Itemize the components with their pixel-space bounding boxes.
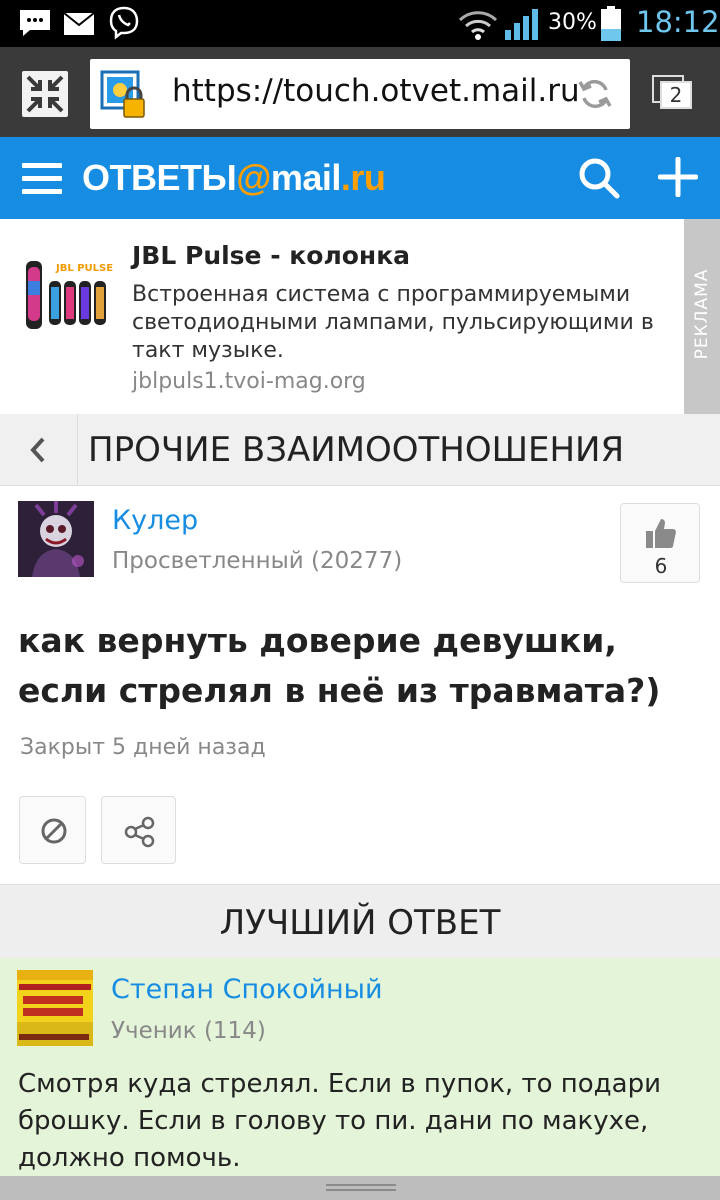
like-count: 6 (654, 554, 668, 578)
signal-icon (505, 9, 538, 40)
share-icon (124, 816, 155, 848)
category-bar: ПРОЧИЕ ВЗАИМООТНОШЕНИЯ (0, 414, 720, 486)
url-text[interactable]: https://touch.otvet.mail.ru (172, 73, 580, 109)
block-icon (41, 818, 67, 844)
status-bar: 30% 18:12 (0, 0, 720, 47)
tabs-button[interactable]: 2 (652, 75, 696, 111)
ad-label: РЕКЛАМА (684, 219, 720, 414)
best-answer-title: ЛУЧШИЙ ОТВЕТ (219, 903, 501, 943)
browser-toolbar: https://touch.otvet.mail.ru 2 (0, 47, 720, 137)
site-logo[interactable]: ОТВЕТЫ@mail.ru (82, 157, 386, 199)
answer-author[interactable]: Степан Спокойный (111, 974, 383, 1005)
question-status: Закрыт 5 дней назад (20, 735, 266, 760)
answer-author-rank: Ученик (114) (111, 1018, 266, 1044)
battery-percent: 30% (548, 10, 597, 35)
clock: 18:12 (636, 5, 720, 39)
ad-title[interactable]: JBL Pulse - колонка (132, 241, 410, 270)
share-button[interactable] (101, 796, 176, 864)
mail-icon (63, 12, 95, 35)
question-author[interactable]: Кулер (112, 505, 198, 536)
site-header: ОТВЕТЫ@mail.ru (0, 137, 720, 219)
tab-count: 2 (660, 81, 692, 109)
wifi-icon (458, 11, 498, 40)
back-button[interactable] (0, 414, 78, 486)
best-answer-header: ЛУЧШИЙ ОТВЕТ (0, 884, 720, 958)
like-button[interactable]: 6 (620, 503, 700, 583)
avatar[interactable] (18, 501, 94, 577)
message-icon (20, 10, 50, 36)
reload-icon[interactable] (578, 77, 612, 111)
answer-text: Смотря куда стрелял. Если в пупок, то по… (18, 1069, 661, 1173)
ad-image-text: JBL PULSE (55, 263, 113, 274)
collapse-icon[interactable] (22, 71, 68, 117)
menu-icon[interactable] (22, 163, 62, 195)
question-title: как вернуть доверие девушки, если стреля… (18, 621, 661, 710)
battery-icon (601, 6, 621, 41)
add-question-icon[interactable] (658, 157, 698, 197)
url-bar[interactable]: https://touch.otvet.mail.ru (90, 59, 630, 129)
secure-lock-icon[interactable] (100, 70, 150, 120)
avatar[interactable] (17, 970, 93, 1046)
category-title[interactable]: ПРОЧИЕ ВЗАИМООТНОШЕНИЯ (88, 430, 624, 470)
thumbs-up-icon (646, 519, 676, 548)
scroll-handle[interactable] (0, 1176, 720, 1200)
ad-description: Встроенная система с программируемыми св… (132, 282, 654, 363)
ad-image[interactable]: JBL PULSE (20, 257, 114, 335)
best-answer: Степан Спокойный Ученик (114) Смотря куд… (0, 958, 720, 1200)
question-author-rank: Просветленный (20277) (112, 548, 403, 574)
search-icon[interactable] (578, 157, 620, 199)
viber-icon (109, 6, 139, 40)
report-button[interactable] (19, 796, 86, 864)
ad-link[interactable]: jblpuls1.tvoi-mag.org (132, 369, 366, 394)
ad-block[interactable]: JBL PULSE JBL Pulse - колонка Встроенная… (0, 219, 720, 414)
chevron-left-icon (30, 437, 45, 463)
